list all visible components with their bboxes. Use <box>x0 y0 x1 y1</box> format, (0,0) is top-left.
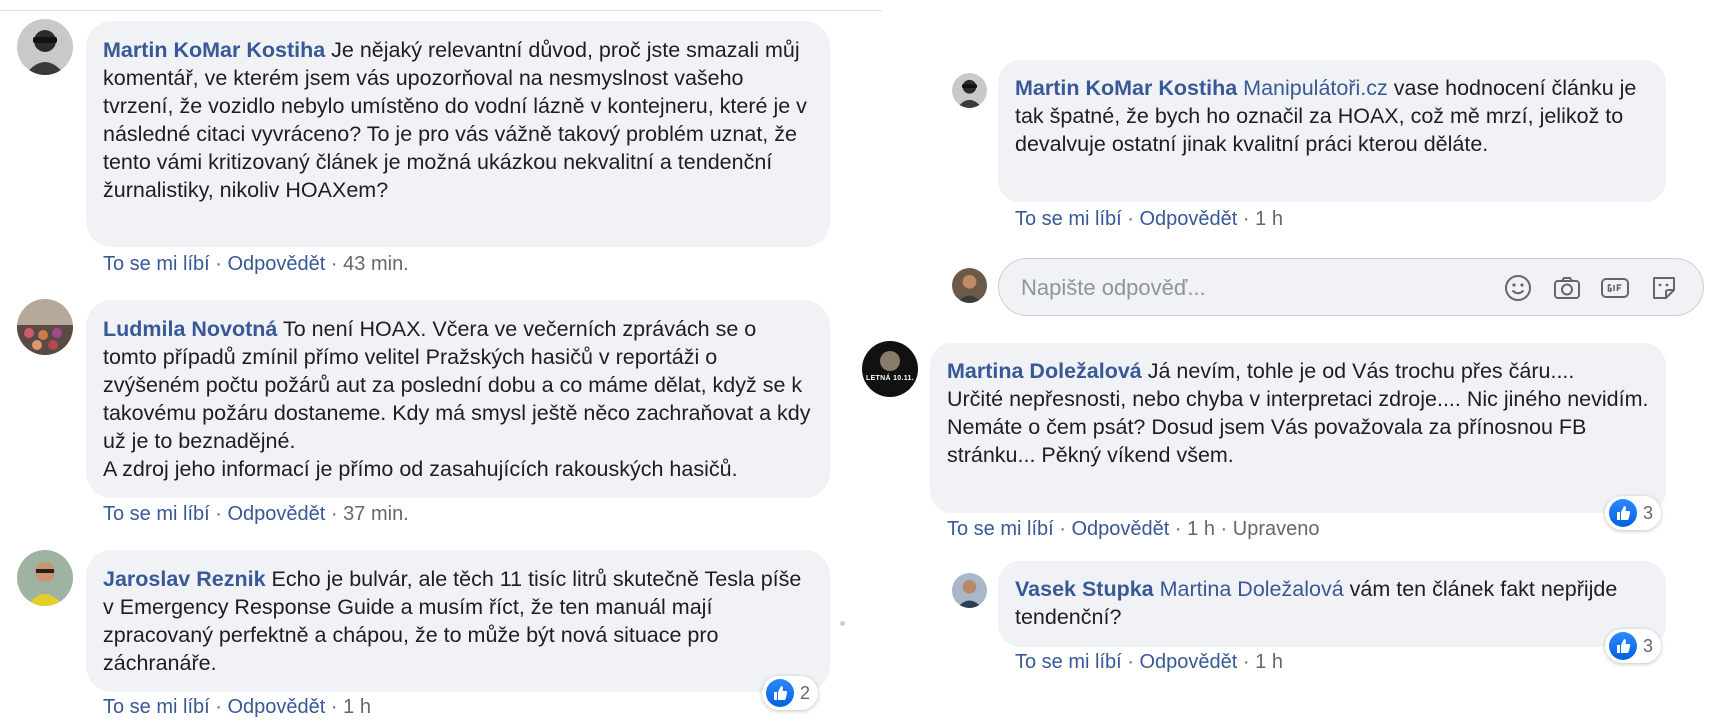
separator: · <box>215 253 222 275</box>
separator: · <box>1220 518 1228 540</box>
timestamp[interactable]: 37 min. <box>343 503 409 525</box>
comment-actions: To se mi líbí · Odpovědět · 37 min. <box>103 503 409 526</box>
comment-actions: To se mi líbí · Odpovědět · 1 h <box>1015 651 1283 674</box>
avatar-caption: LETNÁ 10.11. <box>866 375 914 382</box>
comment-actions: To se mi líbí · Odpovědět · 1 h <box>103 696 371 719</box>
reply-input[interactable] <box>1019 271 1463 305</box>
comment-actions: To se mi líbí · Odpovědět · 1 h · Uprave… <box>947 518 1319 541</box>
avatar[interactable] <box>952 73 987 108</box>
separator: · <box>1242 651 1250 673</box>
reply-link[interactable]: Odpovědět <box>228 253 326 275</box>
current-user-avatar <box>952 268 987 303</box>
comment-bubble: Vasek Stupka Martina Doležalová vám ten … <box>998 561 1666 647</box>
separator: · <box>330 503 338 525</box>
comment-text: Je nějaký relevantní důvod, proč jste sm… <box>103 38 813 202</box>
scroll-dot <box>840 621 845 626</box>
timestamp[interactable]: 1 h <box>1255 651 1283 673</box>
reply-link[interactable]: Odpovědět <box>1140 651 1238 673</box>
reply-link[interactable]: Odpovědět <box>228 696 326 718</box>
comment-author[interactable]: Martin KoMar Kostiha <box>103 38 325 62</box>
timestamp[interactable]: 1 h <box>343 696 371 718</box>
comment-author[interactable]: Vasek Stupka <box>1015 577 1154 601</box>
timestamp[interactable]: 43 min. <box>343 253 409 275</box>
comment-bubble: Martin KoMar Kostiha Manipulátoři.cz vas… <box>998 60 1666 202</box>
comment-author[interactable]: Ludmila Novotná <box>103 317 277 341</box>
comment-actions: To se mi líbí · Odpovědět · 43 min. <box>103 253 409 276</box>
separator: · <box>1059 518 1066 540</box>
avatar[interactable] <box>17 550 73 606</box>
edited-label[interactable]: Upraveno <box>1233 518 1320 540</box>
like-link[interactable]: To se mi líbí <box>1015 651 1122 673</box>
comment-bubble: Martina Doležalová Já nevím, tohle je od… <box>930 343 1666 513</box>
separator: · <box>215 696 222 718</box>
emoji-icon[interactable] <box>1503 273 1533 303</box>
like-icon <box>1609 499 1637 527</box>
reply-link[interactable]: Odpovědět <box>228 503 326 525</box>
separator: · <box>1242 208 1250 230</box>
avatar[interactable] <box>17 19 73 75</box>
gif-icon[interactable] <box>1600 273 1630 303</box>
avatar[interactable]: LETNÁ 10.11. <box>862 341 918 397</box>
avatar[interactable] <box>17 299 73 355</box>
like-icon <box>766 679 794 707</box>
divider-line <box>0 10 882 11</box>
separator: · <box>330 696 338 718</box>
like-link[interactable]: To se mi líbí <box>1015 208 1122 230</box>
camera-icon[interactable] <box>1552 273 1582 303</box>
like-icon <box>1609 632 1637 660</box>
comment-author[interactable]: Jaroslav Reznik <box>103 567 266 591</box>
mention-link[interactable]: Martina Doležalová <box>1160 577 1344 601</box>
reaction-count[interactable]: 3 <box>1605 629 1662 663</box>
like-link[interactable]: To se mi líbí <box>947 518 1054 540</box>
separator: · <box>330 253 338 275</box>
reaction-count[interactable]: 3 <box>1605 496 1662 530</box>
sticker-icon[interactable] <box>1649 273 1679 303</box>
reaction-number: 3 <box>1643 502 1654 523</box>
reply-box <box>998 258 1704 316</box>
comment-text: To není HOAX. Včera ve večerních zprávác… <box>103 317 811 481</box>
reply-link[interactable]: Odpovědět <box>1072 518 1170 540</box>
timestamp[interactable]: 1 h <box>1187 518 1215 540</box>
reaction-number: 2 <box>800 682 811 703</box>
mention-link[interactable]: Manipulátoři.cz <box>1243 76 1388 100</box>
avatar[interactable] <box>952 573 987 608</box>
separator: · <box>1174 518 1182 540</box>
separator: · <box>215 503 222 525</box>
like-link[interactable]: To se mi líbí <box>103 253 210 275</box>
comment-bubble: Martin KoMar Kostiha Je nějaký relevantn… <box>86 21 830 247</box>
reaction-number: 3 <box>1643 635 1654 656</box>
comment-bubble: Jaroslav Reznik Echo je bulvár, ale těch… <box>86 550 830 692</box>
separator: · <box>1127 651 1134 673</box>
reaction-count[interactable]: 2 <box>762 676 819 710</box>
timestamp[interactable]: 1 h <box>1255 208 1283 230</box>
comment-bubble: Ludmila Novotná To není HOAX. Včera ve v… <box>86 300 830 498</box>
reply-link[interactable]: Odpovědět <box>1140 208 1238 230</box>
comment-author[interactable]: Martina Doležalová <box>947 359 1142 383</box>
comment-actions: To se mi líbí · Odpovědět · 1 h <box>1015 208 1283 231</box>
like-link[interactable]: To se mi líbí <box>103 503 210 525</box>
like-link[interactable]: To se mi líbí <box>103 696 210 718</box>
separator: · <box>1127 208 1134 230</box>
comment-author[interactable]: Martin KoMar Kostiha <box>1015 76 1237 100</box>
